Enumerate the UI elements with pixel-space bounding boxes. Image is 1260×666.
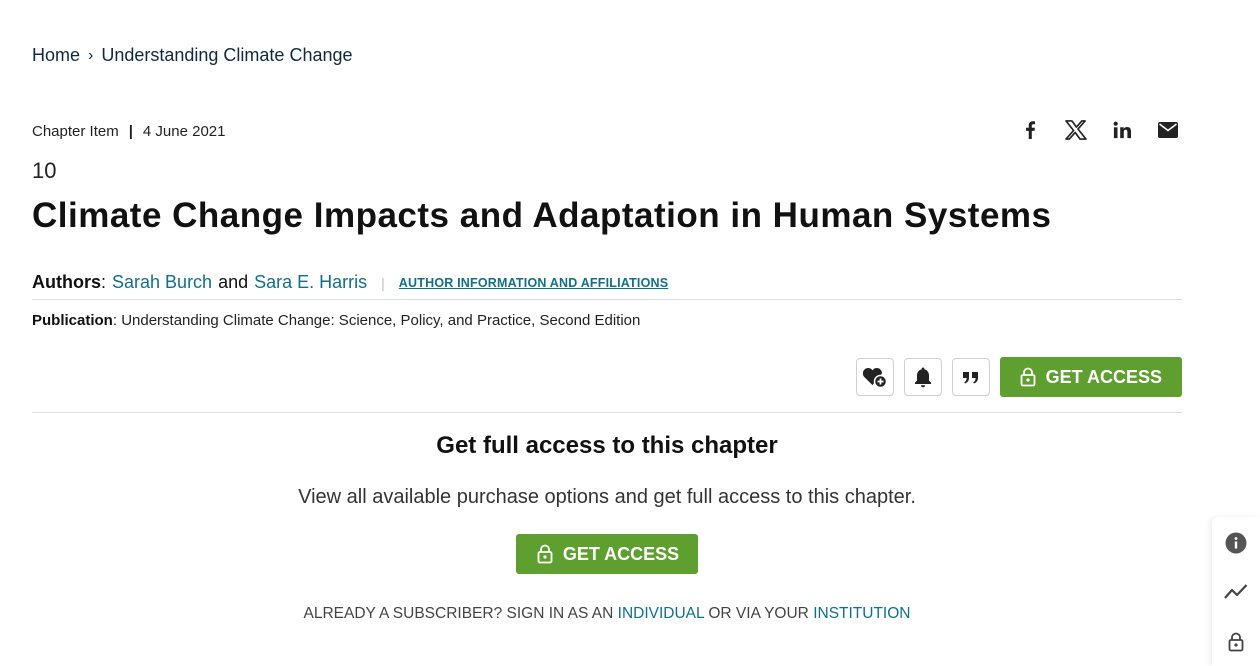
alert-button[interactable]	[903, 358, 942, 396]
cite-button[interactable]	[951, 358, 990, 396]
alert-bell-icon	[913, 366, 933, 388]
meta-separator: |	[128, 123, 133, 140]
access-button-wrapper: GET ACCESS	[32, 534, 1182, 574]
chapter-toolbar: GET ACCESS	[855, 357, 1182, 397]
authors-conjunction: and	[218, 272, 249, 292]
individual-signin-link[interactable]: INDIVIDUAL	[618, 605, 704, 622]
author-link-sara-harris[interactable]: Sara E. Harris	[254, 272, 367, 293]
access-description: View all available purchase options and …	[298, 486, 916, 508]
share-bar	[1018, 118, 1180, 142]
publication-line: Publication: Understanding Climate Chang…	[32, 312, 640, 329]
info-icon[interactable]	[1224, 531, 1248, 555]
publication-label: Publication	[32, 312, 113, 329]
signin-prefix: ALREADY A SUBSCRIBER? SIGN IN AS AN	[303, 605, 614, 622]
get-access-cta-label: GET ACCESS	[562, 543, 680, 564]
publication-colon: :	[112, 312, 118, 329]
breadcrumb-current-link[interactable]: Understanding Climate Change	[101, 45, 352, 66]
publication-title: Understanding Climate Change: Science, P…	[121, 312, 641, 329]
metrics-trend-icon[interactable]	[1224, 580, 1248, 604]
access-heading: Get full access to this chapter	[436, 432, 778, 459]
breadcrumb-home-link[interactable]: Home	[32, 45, 80, 66]
breadcrumb: Home › Understanding Climate Change	[32, 45, 353, 66]
publish-date: 4 June 2021	[142, 123, 226, 140]
divider	[32, 299, 1182, 300]
linkedin-icon[interactable]	[1110, 118, 1134, 142]
lock-icon	[1020, 367, 1036, 387]
lock-icon	[537, 544, 553, 564]
page-title: Climate Change Impacts and Adaptation in…	[32, 196, 1052, 235]
authors-line: Authors: Sarah Burch and Sara E. Harris …	[32, 272, 668, 293]
institution-signin-link[interactable]: INSTITUTION	[813, 605, 910, 622]
authors-label: Authors	[32, 272, 101, 292]
lock-icon[interactable]	[1224, 630, 1248, 654]
favorite-add-icon	[862, 365, 888, 389]
side-panel	[1212, 517, 1260, 666]
cite-quote-icon	[962, 370, 980, 384]
chapter-number: 10	[32, 158, 57, 183]
authors-divider: |	[381, 274, 385, 291]
author-link-sarah-burch[interactable]: Sarah Burch	[112, 272, 212, 293]
get-access-label: GET ACCESS	[1045, 366, 1162, 387]
get-access-cta-button[interactable]: GET ACCESS	[515, 534, 699, 574]
x-icon[interactable]	[1064, 118, 1088, 142]
email-icon[interactable]	[1156, 118, 1180, 142]
add-to-favorites-button[interactable]	[855, 358, 894, 396]
facebook-icon[interactable]	[1018, 118, 1042, 142]
item-type: Chapter Item	[32, 123, 119, 140]
chevron-right-icon: ›	[88, 46, 94, 64]
chapter-meta: Chapter Item | 4 June 2021	[32, 123, 226, 140]
author-affiliations-link[interactable]: AUTHOR INFORMATION AND AFFILIATIONS	[399, 276, 668, 290]
get-access-button[interactable]: GET ACCESS	[999, 357, 1182, 397]
authors-colon: :	[101, 272, 107, 292]
divider	[32, 412, 1182, 413]
signin-middle: OR VIA YOUR	[708, 605, 809, 622]
subscriber-signin-line: ALREADY A SUBSCRIBER? SIGN IN AS AN INDI…	[32, 605, 1182, 623]
